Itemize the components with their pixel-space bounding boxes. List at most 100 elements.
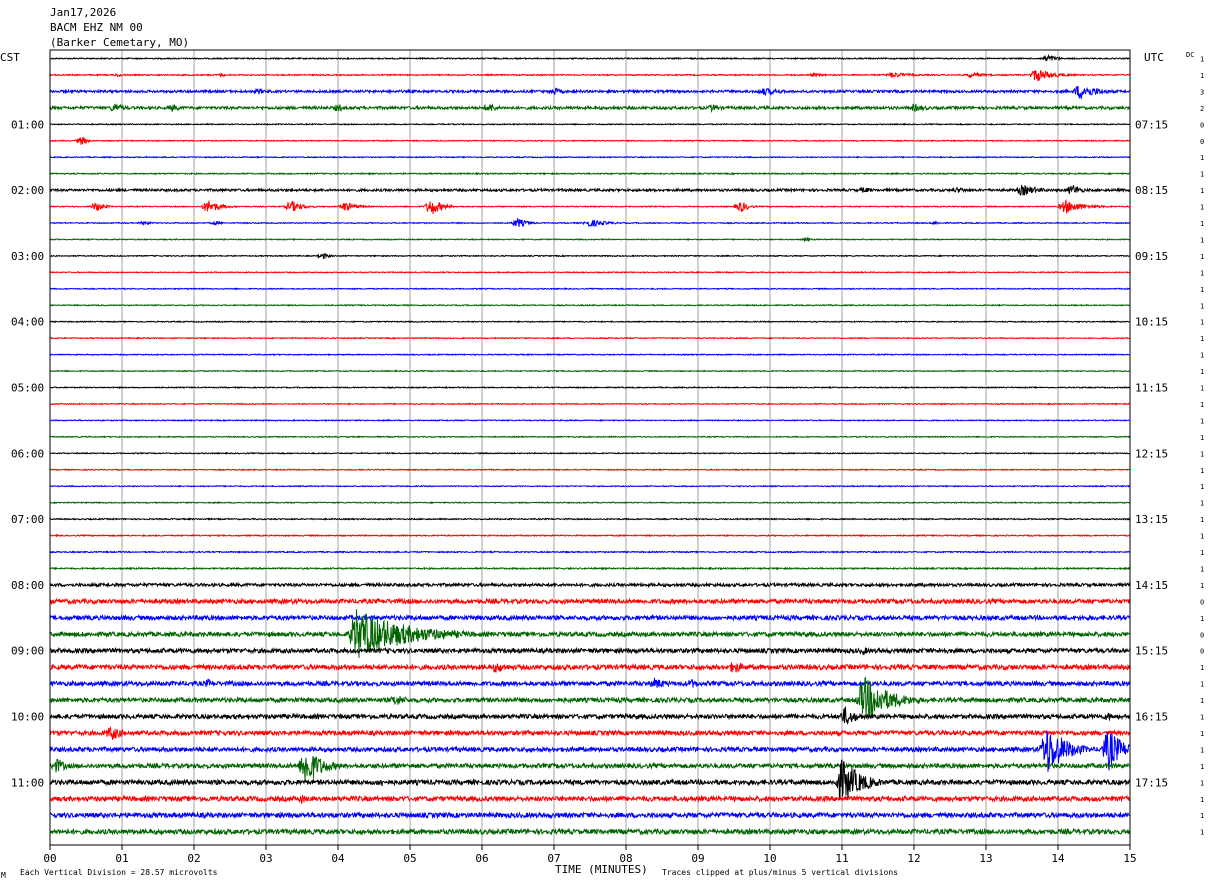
- trace-line-34: [49, 597, 1131, 606]
- trace-line-25: [49, 451, 1131, 455]
- trace-line-12: [49, 236, 1131, 243]
- x-tick-label: 01: [115, 852, 128, 865]
- dc-value: 1: [1200, 681, 1204, 689]
- right-hour-label: 14:15: [1135, 579, 1168, 592]
- trace-line-20: [49, 369, 1131, 373]
- left-hour-label: 04:00: [11, 316, 44, 329]
- right-hour-label: 08:15: [1135, 184, 1168, 197]
- seismogram-traces: [49, 53, 1131, 836]
- dc-value: 1: [1200, 335, 1204, 343]
- trace-line-22: [49, 402, 1131, 406]
- trace-line-2: [49, 70, 1131, 82]
- dc-value: 1: [1200, 516, 1204, 524]
- right-hour-label: 15:15: [1135, 645, 1168, 658]
- dc-value: 1: [1200, 154, 1204, 162]
- right-hour-label: 09:15: [1135, 250, 1168, 263]
- dc-value: 1: [1200, 467, 1204, 475]
- clip-note: Traces clipped at plus/minus 5 vertical …: [662, 868, 898, 877]
- trace-line-6: [49, 136, 1131, 145]
- minute-gridlines: [121, 50, 1059, 845]
- corner-mark: M: [1, 871, 6, 880]
- left-hour-label: 08:00: [11, 579, 44, 592]
- trace-line-23: [49, 418, 1131, 422]
- x-axis-title: TIME (MINUTES): [555, 863, 648, 876]
- dc-value: 1: [1200, 450, 1204, 458]
- trace-line-10: [49, 199, 1131, 215]
- dc-value: 1: [1200, 368, 1204, 376]
- trace-line-5: [49, 122, 1131, 126]
- x-tick-label: 15: [1123, 852, 1136, 865]
- trace-line-42: [49, 726, 1131, 740]
- right-hour-label: 17:15: [1135, 776, 1168, 789]
- right-hour-label: 12:15: [1135, 447, 1168, 460]
- dc-value: 0: [1200, 648, 1204, 656]
- left-hour-label: 01:00: [11, 118, 44, 131]
- dc-value: 1: [1200, 434, 1204, 442]
- x-tick-label: 13: [979, 852, 992, 865]
- trace-line-33: [49, 581, 1131, 589]
- trace-line-28: [49, 501, 1131, 505]
- dc-value: 1: [1200, 72, 1204, 80]
- dc-value: 1: [1200, 664, 1204, 672]
- right-hour-labels: 07:15 08:15 09:15 10:15 11:15 12:15 13:15 14:15…: [1135, 118, 1168, 789]
- dc-value: 1: [1200, 697, 1204, 705]
- dc-value: 1: [1200, 385, 1204, 393]
- dc-value: 1: [1200, 565, 1204, 573]
- dc-value: 1: [1200, 829, 1204, 837]
- dc-value: 1: [1200, 286, 1204, 294]
- dc-value: 0: [1200, 631, 1204, 639]
- left-hour-label: 06:00: [11, 447, 44, 460]
- x-tick-label: 05: [403, 852, 416, 865]
- x-tick-label: 14: [1051, 852, 1065, 865]
- trace-line-46: [49, 794, 1131, 805]
- left-hour-label: 09:00: [11, 645, 44, 658]
- right-hour-label: 07:15: [1135, 118, 1168, 131]
- trace-line-4: [49, 103, 1131, 113]
- left-hour-label: 02:00: [11, 184, 44, 197]
- dc-value: 1: [1200, 796, 1204, 804]
- trace-line-17: [49, 320, 1131, 324]
- dc-value: 1: [1200, 812, 1204, 820]
- left-hour-label: 10:00: [11, 711, 44, 724]
- dc-value: 1: [1200, 352, 1204, 360]
- trace-line-39: [49, 677, 1131, 688]
- dc-value: 1: [1200, 236, 1204, 244]
- trace-line-8: [49, 171, 1131, 176]
- dc-value: 1: [1200, 401, 1204, 409]
- trace-line-21: [49, 385, 1131, 390]
- trace-line-30: [49, 533, 1131, 538]
- x-tick-label: 04: [331, 852, 345, 865]
- dc-values-column: 1 1 3 2 0 0 1 1 1 1 1 1 1 1 1 1 1 1 1 1 1 1 1 1 1 1 1 1 1 1 1 1 1 0 1 0 0 1 1 1…: [1200, 56, 1204, 837]
- left-hour-label: 05:00: [11, 382, 44, 395]
- trace-line-7: [49, 155, 1131, 159]
- trace-line-3: [49, 86, 1131, 100]
- dc-value: 1: [1200, 302, 1204, 310]
- dc-value: 1: [1200, 763, 1204, 771]
- right-hour-label: 13:15: [1135, 513, 1168, 526]
- dc-value: 1: [1200, 171, 1204, 179]
- dc-value: 1: [1200, 582, 1204, 590]
- trace-line-13: [49, 252, 1131, 260]
- dc-value: 1: [1200, 533, 1204, 541]
- left-hour-label: 03:00: [11, 250, 44, 263]
- trace-line-26: [49, 468, 1131, 472]
- x-tick-label: 03: [259, 852, 272, 865]
- dc-value: 1: [1200, 269, 1204, 277]
- right-hour-label: 11:15: [1135, 382, 1168, 395]
- left-timezone-label: CST: [0, 51, 20, 64]
- dc-value: 1: [1200, 56, 1204, 64]
- trace-line-44: [49, 755, 1131, 782]
- dc-value: 0: [1200, 121, 1204, 129]
- trace-line-16: [49, 303, 1131, 307]
- right-timezone-label: UTC: [1144, 51, 1164, 64]
- x-tick-label: 12: [907, 852, 920, 865]
- trace-line-41: [49, 706, 1131, 725]
- x-tick-label: 10: [763, 852, 776, 865]
- dc-value: 1: [1200, 204, 1204, 212]
- dc-value: 1: [1200, 746, 1204, 754]
- trace-line-48: [49, 827, 1131, 836]
- dc-value: 1: [1200, 253, 1204, 261]
- trace-line-24: [49, 435, 1131, 439]
- dc-value: 1: [1200, 483, 1204, 491]
- dc-value: 1: [1200, 549, 1204, 557]
